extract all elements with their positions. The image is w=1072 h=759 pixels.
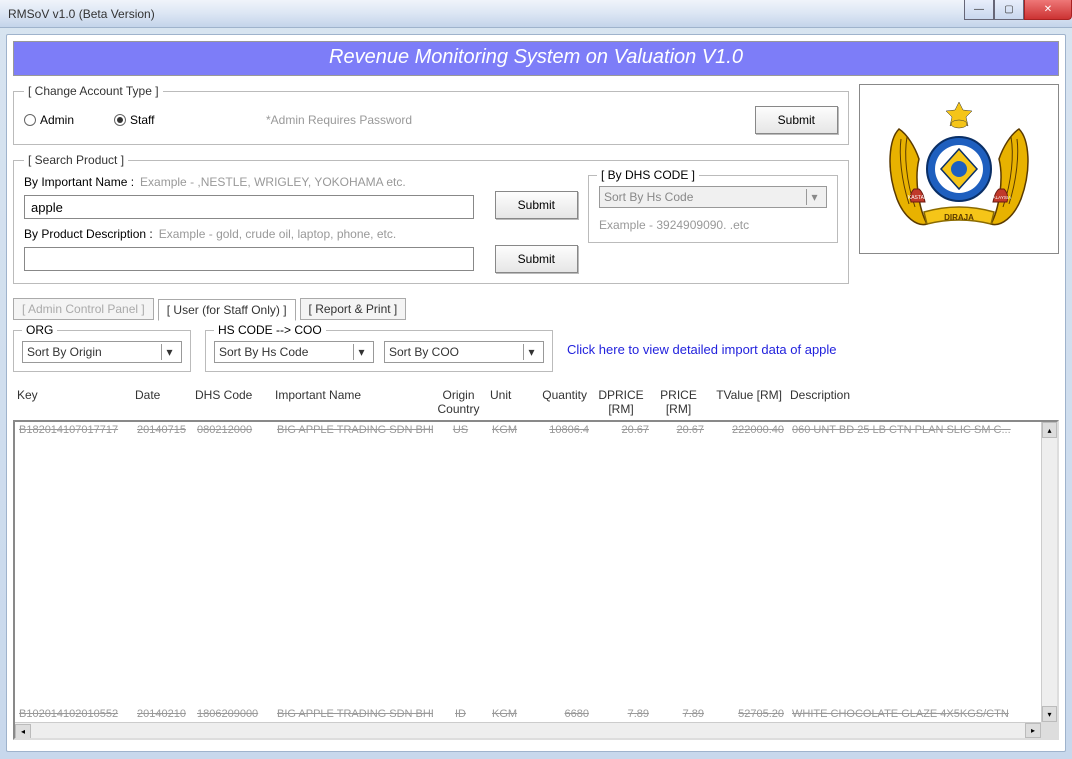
by-desc-hint: Example - gold, crude oil, laptop, phone… xyxy=(159,227,396,241)
col-qty[interactable]: Quantity xyxy=(531,388,591,416)
product-desc-input[interactable] xyxy=(24,247,474,271)
svg-text:KASTAM: KASTAM xyxy=(908,195,928,201)
hscode-combo[interactable]: Sort By Hs Code ▾ xyxy=(214,341,374,363)
coo-combo[interactable]: Sort By COO ▾ xyxy=(384,341,544,363)
search-desc-submit-button[interactable]: Submit xyxy=(495,245,578,273)
svg-text:MALAYSIA: MALAYSIA xyxy=(989,195,1011,200)
account-type-group: [ Change Account Type ] Admin Staff *Adm… xyxy=(13,84,849,145)
dhs-legend: [ By DHS CODE ] xyxy=(597,168,699,182)
emblem-box: KASTAM MALAYSIA DIRAJA xyxy=(859,84,1059,254)
by-name-label: By Important Name : xyxy=(24,175,134,189)
table-row[interactable]: B102014102010552 20140210 1806209000 BIG… xyxy=(15,706,1041,722)
scroll-left-icon[interactable]: ◂ xyxy=(15,724,31,739)
svg-text:DIRAJA: DIRAJA xyxy=(944,213,974,222)
important-name-input[interactable] xyxy=(24,195,474,219)
col-date[interactable]: Date xyxy=(131,388,191,416)
col-price[interactable]: PRICE [RM] xyxy=(651,388,706,416)
tabs: [ Admin Control Panel ] [ User (for Staf… xyxy=(13,298,1059,320)
chevron-down-icon: ▾ xyxy=(353,344,369,360)
radio-admin[interactable]: Admin xyxy=(24,113,74,127)
col-impname[interactable]: Important Name xyxy=(271,388,431,416)
scroll-down-icon[interactable]: ▾ xyxy=(1042,706,1057,722)
minimize-button[interactable]: — xyxy=(964,0,994,20)
search-product-group: [ Search Product ] By Important Name : E… xyxy=(13,153,849,284)
dhs-hint: Example - 3924909090. .etc xyxy=(599,218,827,232)
radio-admin-dot xyxy=(24,114,36,126)
window-titlebar: RMSoV v1.0 (Beta Version) — ▢ ✕ xyxy=(0,0,1072,28)
dhs-hscode-combo[interactable]: Sort By Hs Code ▾ xyxy=(599,186,827,208)
account-legend: [ Change Account Type ] xyxy=(24,84,163,98)
scroll-up-icon[interactable]: ▴ xyxy=(1042,422,1057,438)
tab-report-print[interactable]: [ Report & Print ] xyxy=(300,298,407,320)
dhs-code-group: [ By DHS CODE ] Sort By Hs Code ▾ Exampl… xyxy=(588,175,838,243)
radio-staff-dot xyxy=(114,114,126,126)
org-legend: ORG xyxy=(22,323,57,337)
col-origin[interactable]: Origin Country xyxy=(431,388,486,416)
tab-admin-panel[interactable]: [ Admin Control Panel ] xyxy=(13,298,154,320)
org-combo[interactable]: Sort By Origin ▾ xyxy=(22,341,182,363)
col-dhscode[interactable]: DHS Code xyxy=(191,388,271,416)
customs-emblem-icon: KASTAM MALAYSIA DIRAJA xyxy=(869,94,1049,244)
close-button[interactable]: ✕ xyxy=(1024,0,1072,20)
scroll-right-icon[interactable]: ▸ xyxy=(1025,723,1041,738)
org-filter-group: ORG Sort By Origin ▾ xyxy=(13,330,191,372)
vertical-scrollbar[interactable]: ▴ ▾ xyxy=(1041,422,1057,722)
col-key[interactable]: Key xyxy=(13,388,131,416)
admin-hint: *Admin Requires Password xyxy=(266,113,743,127)
by-desc-label: By Product Description : xyxy=(24,227,153,241)
account-submit-button[interactable]: Submit xyxy=(755,106,838,134)
col-dprice[interactable]: DPRICE [RM] xyxy=(591,388,651,416)
hscode-coo-legend: HS CODE --> COO xyxy=(214,323,326,337)
chevron-down-icon: ▾ xyxy=(806,189,822,205)
maximize-button[interactable]: ▢ xyxy=(994,0,1024,20)
app-banner: Revenue Monitoring System on Valuation V… xyxy=(13,41,1059,76)
radio-staff[interactable]: Staff xyxy=(114,113,154,127)
main-panel: Revenue Monitoring System on Valuation V… xyxy=(6,34,1066,752)
col-desc[interactable]: Description xyxy=(786,388,1059,416)
search-name-submit-button[interactable]: Submit xyxy=(495,191,578,219)
chevron-down-icon: ▾ xyxy=(161,344,177,360)
col-tvalue[interactable]: TValue [RM] xyxy=(706,388,786,416)
by-name-hint: Example - ,NESTLE, WRIGLEY, YOKOHAMA etc… xyxy=(140,175,406,189)
hscode-coo-filter-group: HS CODE --> COO Sort By Hs Code ▾ Sort B… xyxy=(205,330,553,372)
chevron-down-icon: ▾ xyxy=(523,344,539,360)
grid-header-row: Key Date DHS Code Important Name Origin … xyxy=(13,384,1059,420)
window-title: RMSoV v1.0 (Beta Version) xyxy=(8,7,155,21)
table-row[interactable]: B182014107017717 20140715 080212000 BIG … xyxy=(15,422,1057,438)
tab-user-staff[interactable]: [ User (for Staff Only) ] xyxy=(158,299,296,321)
scroll-corner xyxy=(1041,722,1057,738)
view-detail-link[interactable]: Click here to view detailed import data … xyxy=(567,330,837,357)
grid-body[interactable]: B182014107017717 20140715 080212000 BIG … xyxy=(13,420,1059,740)
search-legend: [ Search Product ] xyxy=(24,153,128,167)
horizontal-scrollbar[interactable]: ◂ ▸ xyxy=(15,722,1057,738)
data-grid: Key Date DHS Code Important Name Origin … xyxy=(13,384,1059,740)
col-unit[interactable]: Unit xyxy=(486,388,531,416)
